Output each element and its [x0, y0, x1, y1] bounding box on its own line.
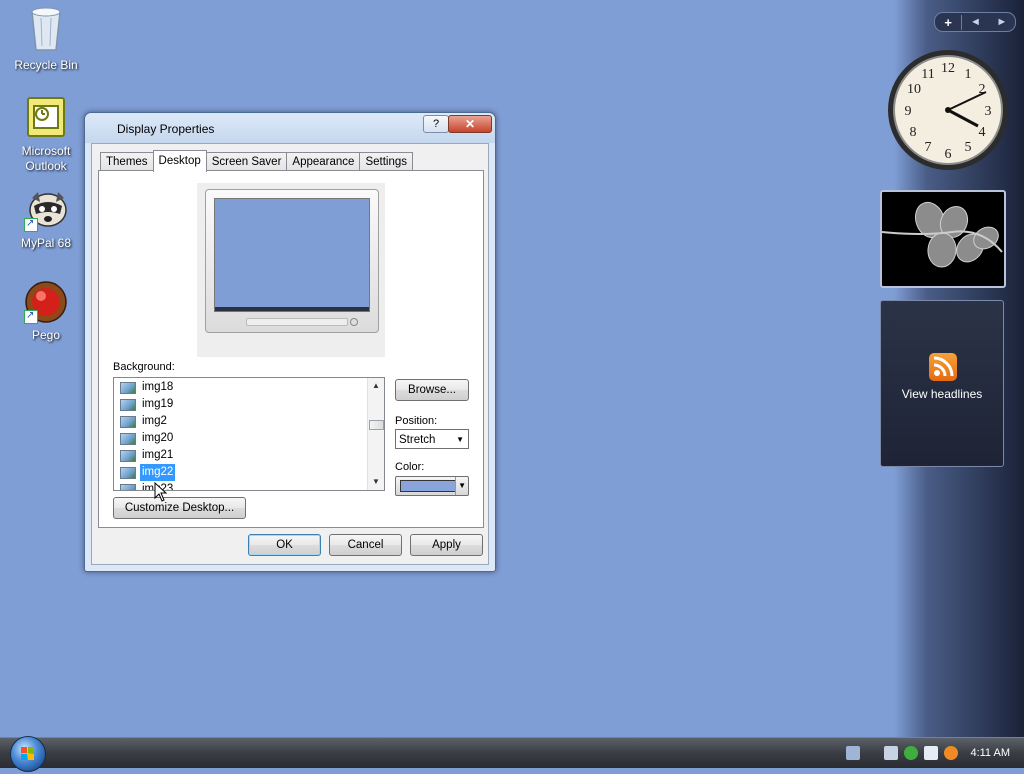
clock-time[interactable]: 4:11 AM: [970, 747, 1010, 759]
browse-button[interactable]: Browse...: [395, 379, 469, 401]
sidebar-controls: + ◄ ►: [934, 12, 1016, 32]
feed-headlines-gadget[interactable]: View headlines: [880, 300, 1004, 467]
dialog-titlebar[interactable]: Display Properties ? ✕: [85, 113, 495, 143]
clock-number: 6: [945, 147, 952, 162]
desktop-icon-recycle-bin[interactable]: Recycle Bin: [6, 4, 86, 73]
image-file-icon: [120, 449, 136, 462]
add-gadget-button[interactable]: +: [935, 14, 963, 30]
shortcut-arrow-icon: [24, 216, 38, 232]
notepad-icon[interactable]: [924, 746, 939, 760]
clock-number: 9: [905, 104, 912, 119]
clock-number: 4: [979, 125, 986, 140]
close-button[interactable]: ✕: [448, 115, 492, 133]
search-icon[interactable]: [944, 746, 959, 760]
help-button[interactable]: ?: [423, 115, 449, 133]
color-picker-button[interactable]: ▼: [395, 476, 469, 496]
clock-number: 1: [965, 67, 972, 82]
background-listbox[interactable]: img18 img19 img2 img20 img21 img22 img23…: [113, 377, 385, 491]
view-headlines-label[interactable]: View headlines: [881, 387, 1003, 401]
tab-screen-saver[interactable]: Screen Saver: [205, 152, 288, 171]
desktop-tab-panel: Background: img18 img19 img2 img20 img21…: [98, 170, 484, 528]
clock-number: 5: [965, 140, 972, 155]
network-icon[interactable]: [884, 746, 899, 760]
chevron-down-icon: ▼: [455, 477, 466, 495]
background-label: Background:: [113, 361, 175, 373]
tab-appearance[interactable]: Appearance: [286, 152, 361, 171]
image-file-icon: [120, 432, 136, 445]
previous-gadget-button[interactable]: ◄: [962, 16, 988, 28]
desktop-preview: [197, 183, 385, 357]
listbox-scrollbar[interactable]: ▲ ▼: [367, 378, 384, 490]
dialog-title: Display Properties: [117, 122, 215, 136]
tab-settings[interactable]: Settings: [359, 152, 414, 171]
image-file-icon: [120, 415, 136, 428]
shortcut-arrow-icon: [24, 308, 38, 324]
preview-screen: [214, 198, 370, 312]
image-file-icon: [120, 398, 136, 411]
color-label: Color:: [395, 461, 425, 473]
clock-number: 10: [907, 82, 921, 97]
clock-gadget[interactable]: 12 1 2 3 4 5 6 7 8 9 10 11: [886, 48, 1010, 172]
monitor-icon: [205, 189, 379, 333]
list-item[interactable]: img21: [114, 447, 384, 464]
desktop-icon-pego[interactable]: Pego: [6, 280, 86, 343]
pego-red-ball-icon: [24, 280, 68, 324]
scroll-thumb[interactable]: [369, 420, 384, 430]
position-dropdown[interactable]: Stretch ▼: [395, 429, 469, 449]
clock-number: 7: [925, 140, 932, 155]
start-button[interactable]: [10, 736, 46, 772]
rss-feed-icon: [929, 353, 957, 381]
image-file-icon: [120, 381, 136, 394]
scroll-up-arrow-icon[interactable]: ▲: [368, 378, 384, 394]
display-properties-dialog: Display Properties ? ✕ Themes Desktop Sc…: [84, 112, 496, 572]
apply-button[interactable]: Apply: [410, 534, 483, 556]
desktop-icon-label: Recycle Bin: [14, 58, 78, 72]
list-item[interactable]: img20: [114, 430, 384, 447]
list-item-selected[interactable]: img22: [114, 464, 384, 481]
security-icon[interactable]: [904, 746, 919, 760]
tab-strip: Themes Desktop Screen Saver Appearance S…: [100, 150, 414, 172]
tab-desktop[interactable]: Desktop: [152, 150, 207, 172]
list-item[interactable]: img18: [114, 379, 384, 396]
desktop-icon-label: Microsoft Outlook: [21, 144, 71, 173]
outlook-icon: [24, 96, 68, 140]
dialog-client-area: Themes Desktop Screen Saver Appearance S…: [91, 143, 489, 565]
mouse-cursor-icon: [154, 482, 168, 502]
chevron-down-icon: ▼: [456, 435, 464, 444]
image-file-icon: [120, 466, 136, 479]
clock-number: 11: [921, 67, 934, 82]
customize-desktop-button[interactable]: Customize Desktop...: [113, 497, 246, 519]
list-item[interactable]: img2: [114, 413, 384, 430]
tab-themes[interactable]: Themes: [100, 152, 154, 171]
color-swatch: [400, 480, 456, 492]
slideshow-gadget[interactable]: [880, 190, 1006, 288]
leaf-photo: [881, 201, 1003, 268]
clock-number: 8: [910, 125, 917, 140]
desktop-icon-label: MyPal 68: [20, 236, 72, 250]
cancel-button[interactable]: Cancel: [329, 534, 402, 556]
ok-button[interactable]: OK: [248, 534, 321, 556]
system-tray: 4:11 AM: [846, 738, 1024, 768]
windows-logo-icon: [21, 747, 34, 760]
desktop-icon-outlook[interactable]: Microsoft Outlook: [6, 96, 86, 174]
taskbar: 4:11 AM: [0, 736, 1024, 772]
image-file-icon: [120, 483, 136, 490]
clock-number: 3: [985, 104, 992, 119]
position-label: Position:: [395, 415, 438, 427]
list-item[interactable]: img19: [114, 396, 384, 413]
recycle-bin-icon: [24, 4, 68, 54]
scroll-down-arrow-icon[interactable]: ▼: [368, 474, 384, 490]
next-gadget-button[interactable]: ►: [989, 16, 1015, 28]
keyboard-icon[interactable]: [846, 746, 861, 760]
mypal-raccoon-icon: [24, 188, 68, 232]
position-value: Stretch: [399, 434, 436, 446]
desktop-icon-mypal[interactable]: MyPal 68: [6, 188, 86, 251]
clock-number: 12: [941, 61, 955, 76]
desktop-icon-label: Pego: [31, 328, 61, 342]
windows-sidebar: + ◄ ► 12 1 2 3 4 5 6 7 8 9 10 11 View he…: [880, 0, 1024, 738]
